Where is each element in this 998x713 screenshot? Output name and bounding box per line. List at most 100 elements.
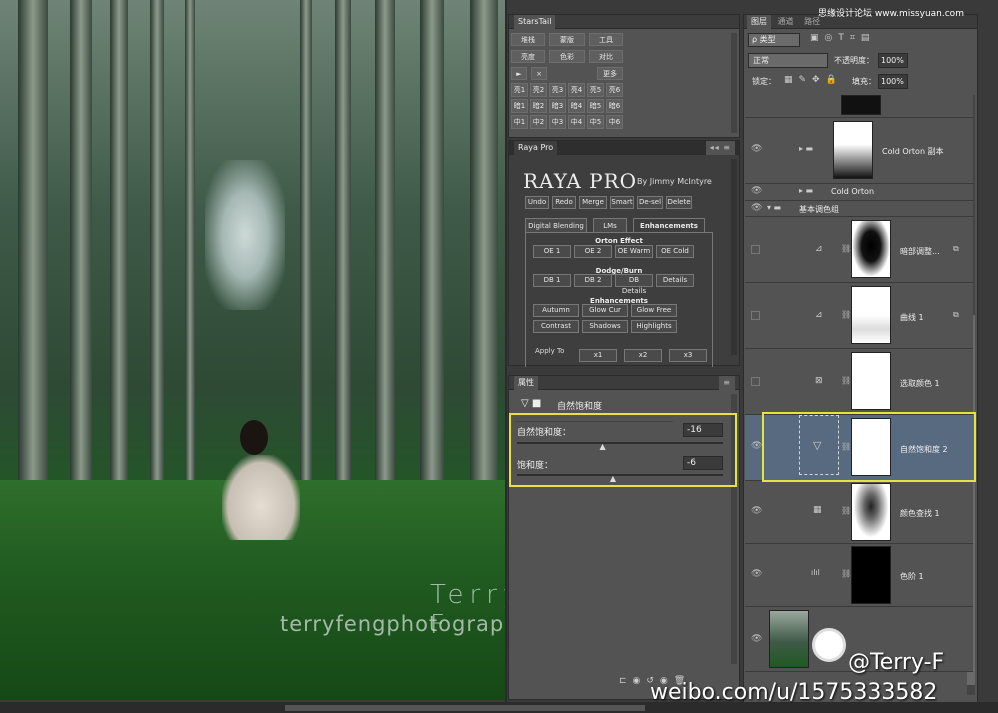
layer-row[interactable]: 👁 ▾ ▬ 基本调色组 xyxy=(745,201,973,217)
play-button[interactable]: ► xyxy=(511,67,527,80)
starstail-grid-btn[interactable]: 亮1 xyxy=(511,83,528,97)
raya-toolbar-btn[interactable]: Redo xyxy=(552,196,576,209)
eye-icon[interactable]: 👁 xyxy=(751,506,762,516)
starstail-grid-btn[interactable]: 中6 xyxy=(606,115,623,129)
raya-db-btn[interactable]: Details xyxy=(656,274,694,287)
starstail-grid-btn[interactable]: 中2 xyxy=(530,115,547,129)
starstail-grid-btn[interactable]: 中4 xyxy=(568,115,585,129)
fill-input[interactable]: 100% xyxy=(878,74,908,89)
starstail-grid-btn[interactable]: 暗3 xyxy=(549,99,566,113)
apply-to-label: Apply To xyxy=(535,347,565,355)
blend-mode-select[interactable]: 正常 xyxy=(748,53,828,68)
eye-icon[interactable]: 👁 xyxy=(751,441,762,451)
starstail-btn[interactable]: 蒙版 xyxy=(549,33,585,46)
highlight-box-layer xyxy=(762,412,976,482)
apply-to-btn[interactable]: x1 xyxy=(579,349,617,362)
panel-menu-icon[interactable]: ≡ xyxy=(719,376,735,390)
more-button[interactable]: 更多 xyxy=(597,67,623,80)
raya-toolbar-btn[interactable]: Smart xyxy=(610,196,634,209)
layer-filter-icons[interactable]: ▣◎T⌗▤ xyxy=(810,33,875,43)
starstail-grid-btn[interactable]: 暗6 xyxy=(606,99,623,113)
starstail-grid-btn[interactable]: 亮3 xyxy=(549,83,566,97)
starstail-btn[interactable]: 工具 xyxy=(589,33,623,46)
tab-layers[interactable]: 图层 xyxy=(747,15,771,29)
layer-row[interactable]: 👁 ▸ ▬ Cold Orton xyxy=(745,184,973,201)
visibility-toggle[interactable] xyxy=(751,377,760,386)
raya-toolbar-btn[interactable]: De-sel xyxy=(637,196,663,209)
starstail-grid-btn[interactable]: 中5 xyxy=(587,115,604,129)
highlight-box-properties xyxy=(509,413,737,487)
opacity-label: 不透明度： xyxy=(834,56,874,65)
layer-mask-thumbnail xyxy=(851,286,891,344)
close-button[interactable]: × xyxy=(531,67,547,80)
layer-name: 曲线 1 xyxy=(900,313,924,322)
starstail-btn[interactable]: 亮度 xyxy=(511,50,545,63)
layer-name: 颜色查找 1 xyxy=(900,509,940,518)
layer-thumbnail xyxy=(769,610,809,668)
starstail-grid-btn[interactable]: 亮4 xyxy=(568,83,585,97)
panel-menu-icon[interactable]: ◂◂ ≡ xyxy=(705,141,735,155)
starstail-btn[interactable]: 色彩 xyxy=(549,50,585,63)
eye-icon[interactable]: 👁 xyxy=(751,634,762,644)
layer-name: 色阶 1 xyxy=(900,572,924,581)
tab-digital-blending[interactable]: Digital Blending xyxy=(525,218,587,233)
starstail-grid-btn[interactable]: 暗4 xyxy=(568,99,585,113)
layer-filter-select[interactable]: ρ 类型 xyxy=(748,33,800,47)
scrollbar[interactable] xyxy=(731,159,737,355)
apply-to-btn[interactable]: x2 xyxy=(624,349,662,362)
raya-db-btn[interactable]: DB Details xyxy=(615,274,653,295)
starstail-grid-btn[interactable]: 暗1 xyxy=(511,99,528,113)
raya-enh2-btn[interactable]: Shadows xyxy=(582,320,628,333)
starstail-grid-btn[interactable]: 亮5 xyxy=(587,83,604,97)
layer-row[interactable]: ⊿ ⛓ 曲线 1 ⧉ xyxy=(745,283,973,349)
tab-channels[interactable]: 通道 xyxy=(774,15,798,29)
raya-enh2-btn[interactable]: Contrast xyxy=(533,320,579,333)
visibility-toggle[interactable] xyxy=(751,245,760,254)
raya-db-btn[interactable]: DB 1 xyxy=(533,274,571,287)
raya-orton-btn[interactable]: OE 1 xyxy=(533,245,571,258)
smart-object-icon: ⧉ xyxy=(953,244,959,253)
raya-toolbar-btn[interactable]: Delete xyxy=(666,196,692,209)
fill-label: 填充： xyxy=(852,77,876,86)
layer-row[interactable]: ⊿ ⛓ 暗部调整... ⧉ xyxy=(745,217,973,283)
tab-enhancements[interactable]: Enhancements xyxy=(633,218,705,233)
raya-db-btn[interactable]: DB 2 xyxy=(574,274,612,287)
raya-tab[interactable]: Raya Pro ◂◂ ≡ xyxy=(509,141,739,155)
raya-enh1-btn[interactable]: Autumn xyxy=(533,304,579,317)
eye-icon[interactable]: 👁 xyxy=(751,144,762,154)
eye-icon[interactable]: 👁 xyxy=(751,203,762,213)
layer-row[interactable]: ⊠ ⛓ 选取颜色 1 xyxy=(745,349,973,415)
tab-lms[interactable]: LMs xyxy=(593,218,627,233)
eye-icon[interactable]: 👁 xyxy=(751,186,762,196)
layer-row[interactable]: 👁 ▸ ▬ Cold Orton 副本 xyxy=(745,118,973,184)
raya-orton-btn[interactable]: OE Cold xyxy=(656,245,694,258)
starstail-title: StarsTail xyxy=(514,15,556,29)
raya-enh2-btn[interactable]: Highlights xyxy=(631,320,677,333)
starstail-grid-btn[interactable]: 暗2 xyxy=(530,99,547,113)
scrollbar[interactable] xyxy=(731,33,737,133)
raya-toolbar-btn[interactable]: Merge xyxy=(579,196,607,209)
starstail-grid-btn[interactable]: 亮2 xyxy=(530,83,547,97)
apply-to-btn[interactable]: x3 xyxy=(669,349,707,362)
layer-row[interactable]: 👁 ılıl ⛓ 色阶 1 xyxy=(745,544,973,607)
properties-tab[interactable]: 属性 ≡ xyxy=(509,376,739,390)
starstail-btn[interactable]: 堆栈 xyxy=(511,33,545,46)
visibility-toggle[interactable] xyxy=(751,311,760,320)
layer-row[interactable]: 👁 ▦ ⛓ 颜色查找 1 xyxy=(745,481,973,544)
starstail-grid-btn[interactable]: 中3 xyxy=(549,115,566,129)
raya-enh1-btn[interactable]: Glow Cur xyxy=(582,304,628,317)
opacity-input[interactable]: 100% xyxy=(878,53,908,68)
starstail-tab[interactable]: StarsTail xyxy=(509,15,739,29)
raya-orton-btn[interactable]: OE Warm xyxy=(615,245,653,258)
lock-icons[interactable]: ▦✎✥🔒 xyxy=(784,75,843,85)
raya-orton-btn[interactable]: OE 2 xyxy=(574,245,612,258)
divider xyxy=(505,0,507,713)
raya-toolbar-btn[interactable]: Undo xyxy=(525,196,549,209)
starstail-btn[interactable]: 对比 xyxy=(589,50,623,63)
raya-enh1-btn[interactable]: Glow Free xyxy=(631,304,677,317)
starstail-grid-btn[interactable]: 中1 xyxy=(511,115,528,129)
starstail-grid-btn[interactable]: 亮6 xyxy=(606,83,623,97)
eye-icon[interactable]: 👁 xyxy=(751,569,762,579)
layer-row[interactable] xyxy=(745,95,973,118)
starstail-grid-btn[interactable]: 暗5 xyxy=(587,99,604,113)
